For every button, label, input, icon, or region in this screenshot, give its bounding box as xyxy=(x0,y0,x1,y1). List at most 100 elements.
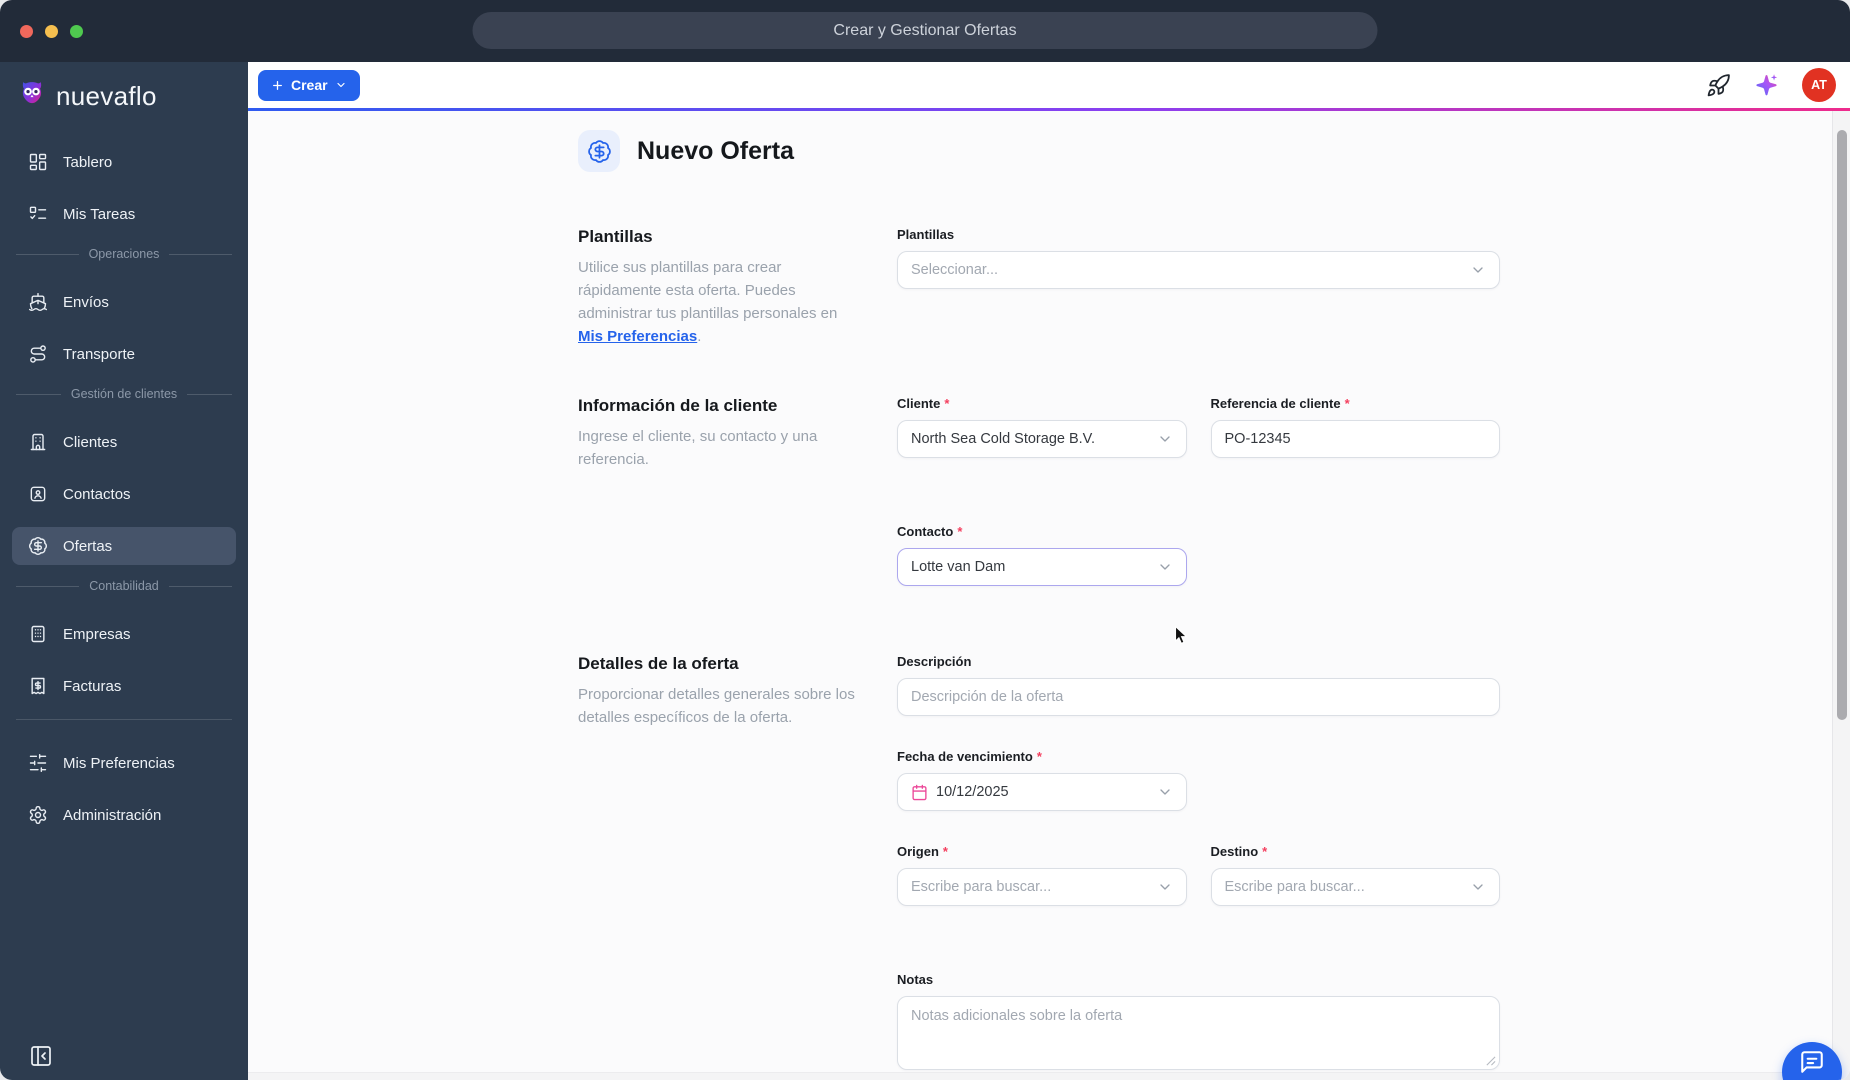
page-scroll-area: Nuevo Oferta Plantillas Utilice sus plan… xyxy=(248,111,1832,1072)
brand-name: nuevaflo xyxy=(56,81,157,111)
select-value: North Sea Cold Storage B.V. xyxy=(911,431,1096,447)
vertical-scrollbar[interactable] xyxy=(1832,111,1850,1080)
section-description: Utilice sus plantillas para crear rápida… xyxy=(578,256,863,348)
window-title: Crear y Gestionar Ofertas xyxy=(472,12,1378,49)
referencia-cliente-input[interactable] xyxy=(1210,420,1500,458)
page-title: Nuevo Oferta xyxy=(637,136,794,165)
plantillas-select[interactable]: Seleccionar... xyxy=(897,251,1500,289)
chevron-down-icon xyxy=(1160,789,1170,795)
sidebar-item-contactos[interactable]: Contactos xyxy=(12,475,236,513)
badge-dollar-icon xyxy=(587,139,611,163)
sparkles-button[interactable] xyxy=(1753,72,1780,99)
section-plantillas: Plantillas Utilice sus plantillas para c… xyxy=(578,227,1500,396)
brand-logo[interactable]: nuevaflo xyxy=(0,62,248,129)
page-title-icon xyxy=(578,130,620,172)
section-detalles-oferta: Detalles de la oferta Proporcionar detal… xyxy=(578,654,1500,1070)
descripcion-input[interactable] xyxy=(897,678,1500,716)
fecha-vencimiento-select[interactable]: 10/12/2025 xyxy=(897,773,1187,811)
top-toolbar: Crear AT xyxy=(248,62,1850,108)
required-marker: * xyxy=(1036,749,1042,764)
rocket-icon xyxy=(1707,73,1730,96)
section-heading: Información de la cliente xyxy=(578,396,778,415)
sidebar-item-label: Transporte xyxy=(63,345,135,363)
app-sidebar: nuevaflo Tablero Mis Tareas Operaciones xyxy=(0,62,248,1080)
window-titlebar: Crear y Gestionar Ofertas xyxy=(0,0,1850,62)
sidebar-section-contabilidad: Contabilidad xyxy=(16,579,232,593)
required-marker: * xyxy=(944,396,950,411)
sidebar-nav: Tablero Mis Tareas Operaciones Envíos Tr… xyxy=(0,129,248,848)
dashboard-icon xyxy=(29,153,47,171)
sidebar-item-label: Envíos xyxy=(63,293,109,311)
window-controls xyxy=(20,25,83,38)
sidebar-item-mis-tareas[interactable]: Mis Tareas xyxy=(12,195,236,233)
collapse-sidebar-button[interactable] xyxy=(26,1041,56,1071)
select-value: Lotte van Dam xyxy=(911,559,1006,575)
chevron-down-icon xyxy=(1159,436,1170,442)
sidebar-item-label: Administración xyxy=(63,806,162,824)
sidebar-section-operaciones: Operaciones xyxy=(16,247,232,261)
create-button[interactable]: Crear xyxy=(258,69,360,101)
avatar[interactable]: AT xyxy=(1802,68,1836,102)
notas-textarea[interactable] xyxy=(897,996,1500,1070)
window-title-text: Crear y Gestionar Ofertas xyxy=(833,21,1017,39)
sliders-icon xyxy=(29,753,47,773)
select-value: 10/12/2025 xyxy=(936,784,1009,800)
sidebar-item-label: Ofertas xyxy=(63,537,113,555)
field-label: Plantillas xyxy=(897,227,955,242)
required-marker: * xyxy=(1344,396,1350,411)
zoom-window-button[interactable] xyxy=(70,25,83,38)
field-label: Destino xyxy=(1210,844,1259,859)
badge-dollar-icon xyxy=(29,537,47,555)
field-label: Contacto xyxy=(897,524,954,539)
sidebar-item-label: Clientes xyxy=(63,433,118,451)
tasks-icon xyxy=(29,206,47,220)
cliente-select[interactable]: North Sea Cold Storage B.V. xyxy=(897,420,1187,458)
receipt-icon xyxy=(31,677,45,695)
sidebar-item-ofertas[interactable]: Ofertas xyxy=(12,527,236,565)
field-label: Fecha de vencimiento xyxy=(897,749,1033,764)
mis-preferencias-link[interactable]: Mis Preferencias xyxy=(578,328,697,345)
minimize-window-button[interactable] xyxy=(45,25,58,38)
chevron-down-icon xyxy=(336,82,345,88)
field-label: Descripción xyxy=(897,654,972,669)
sidebar-item-empresas[interactable]: Empresas xyxy=(12,615,236,653)
close-window-button[interactable] xyxy=(20,25,33,38)
route-icon xyxy=(30,345,46,363)
sidebar-section-gestion-de-clientes: Gestión de clientes xyxy=(16,387,232,401)
destino-select[interactable]: Escribe para buscar... xyxy=(1210,868,1500,906)
horizontal-scrollbar[interactable] xyxy=(248,1072,1832,1080)
section-description: Ingrese el cliente, su contacto y una re… xyxy=(578,428,818,468)
sidebar-item-transporte[interactable]: Transporte xyxy=(12,335,236,373)
create-button-label: Crear xyxy=(291,77,328,93)
required-marker: * xyxy=(1262,844,1268,859)
sidebar-item-mis-preferencias[interactable]: Mis Preferencias xyxy=(12,744,236,782)
app-window: Crear y Gestionar Ofertas nuevaflo Table… xyxy=(0,0,1850,1080)
calendar-icon xyxy=(912,784,927,800)
description-text: . xyxy=(697,328,702,345)
sidebar-item-clientes[interactable]: Clientes xyxy=(12,423,236,461)
origen-select[interactable]: Escribe para buscar... xyxy=(897,868,1187,906)
sidebar-item-envios[interactable]: Envíos xyxy=(12,283,236,321)
chevron-down-icon xyxy=(1473,267,1483,273)
screen: Crear y Gestionar Ofertas nuevaflo Table… xyxy=(0,0,1850,1080)
contacto-select[interactable]: Lotte van Dam xyxy=(897,548,1187,586)
rocket-button[interactable] xyxy=(1706,73,1731,98)
chevron-down-icon xyxy=(1473,884,1483,890)
gear-icon xyxy=(29,805,47,825)
sidebar-divider xyxy=(16,719,232,720)
sidebar-item-label: Facturas xyxy=(63,677,122,695)
sidebar-item-facturas[interactable]: Facturas xyxy=(12,667,236,705)
sidebar-item-tablero[interactable]: Tablero xyxy=(12,143,236,181)
select-placeholder: Seleccionar... xyxy=(911,262,999,278)
vertical-scrollbar-thumb[interactable] xyxy=(1836,130,1847,720)
section-heading: Plantillas xyxy=(578,227,653,246)
chevron-down-icon xyxy=(1160,564,1170,570)
sidebar-item-label: Empresas xyxy=(63,625,131,643)
section-description: Proporcionar detalles generales sobre lo… xyxy=(578,686,855,726)
chevron-down-icon xyxy=(1159,884,1170,890)
page-header: Nuevo Oferta xyxy=(578,130,1500,172)
description-text: Utilice sus plantillas para crear rápida… xyxy=(578,259,838,322)
sidebar-item-label: Tablero xyxy=(63,153,113,171)
sidebar-item-administracion[interactable]: Administración xyxy=(12,796,236,834)
ship-icon xyxy=(28,292,48,312)
